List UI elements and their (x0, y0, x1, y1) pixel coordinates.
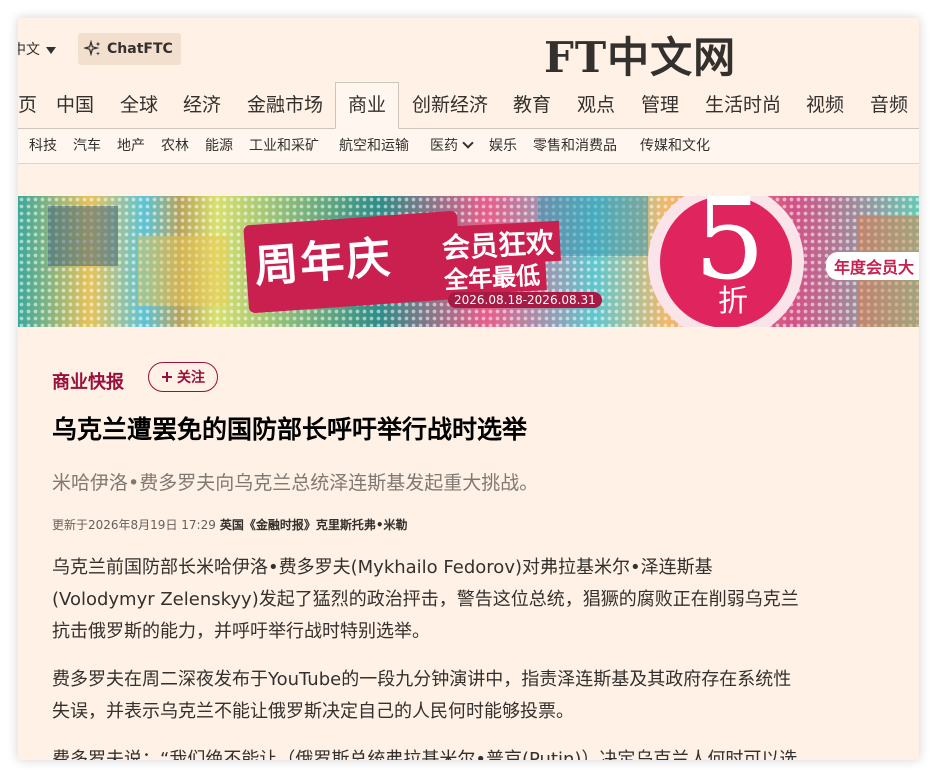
author-link[interactable]: 英国《金融时报》克里斯托弗•米勒 (220, 518, 408, 532)
discount-unit: 折 (718, 284, 748, 319)
subnav-pharma-label: 医药 (430, 138, 458, 154)
subnav-item-pharma[interactable]: 医药 (430, 129, 474, 163)
banner-dates: 2026.08.18-2026.08.31 (448, 292, 602, 308)
paragraph-line: 费多罗夫在周二深夜发布于YouTube的一段九分钟演讲中，指责泽连斯基及其政府存… (52, 669, 792, 690)
banner-pattern-block (138, 236, 228, 306)
nav-item-management[interactable]: 管理 (629, 82, 691, 128)
subnav-item-aviation[interactable]: 航空和运输 (339, 129, 409, 163)
nav-item-audio[interactable]: 音频 (858, 82, 919, 128)
paragraph-line: 乌克兰前国防部长米哈伊洛•费多罗夫(Mykhailo Fedorov)对弗拉基米… (52, 557, 713, 578)
caret-down-icon (46, 46, 56, 54)
nav-item-global[interactable]: 全球 (108, 82, 170, 128)
paragraph-line: 费多罗夫说：“我们绝不能让（俄罗斯总统弗拉基米尔•普京(Putin)）决定乌克兰… (52, 749, 798, 760)
subnav-item-entertainment[interactable]: 娱乐 (489, 129, 517, 163)
article-byline: 更新于2026年8月19日 17:29 英国《金融时报》克里斯托弗•米勒 (52, 516, 408, 533)
article-standfirst: 米哈伊洛•费多罗夫向乌克兰总统泽连斯基发起重大挑战。 (52, 472, 539, 494)
language-selector[interactable]: 中文 (18, 39, 56, 59)
main-nav: 页 中国 全球 经济 金融市场 商业 创新经济 教育 观点 管理 生活时尚 视频… (18, 82, 919, 129)
updated-time: 更新于2026年8月19日 17:29 (52, 518, 216, 532)
nav-item-video[interactable]: 视频 (794, 82, 856, 128)
banner-title: 周年庆 (252, 232, 394, 293)
site-logo[interactable]: FT中文网 (544, 24, 736, 85)
subnav-item-industry[interactable]: 工业和采矿 (249, 129, 319, 163)
subnav-item-auto[interactable]: 汽车 (73, 129, 101, 163)
article-kicker[interactable]: 商业快报 (52, 368, 124, 394)
subnav-item-retail[interactable]: 零售和消费品 (533, 129, 617, 163)
top-bar: 中文 ChatFTC FT中文网 (18, 18, 919, 82)
subnav-item-property[interactable]: 地产 (117, 129, 145, 163)
banner-side-text: 年度会员大 (826, 252, 919, 280)
subnav-item-energy[interactable]: 能源 (205, 129, 233, 163)
nav-item-lifestyle[interactable]: 生活时尚 (693, 82, 793, 128)
sub-nav: 科技 汽车 地产 农林 能源 工业和采矿 航空和运输 医药 娱乐 零售和消费品 … (18, 129, 919, 164)
paragraph-line: 抗击俄罗斯的能力，并呼吁举行战时特别选举。 (52, 621, 430, 642)
promo-banner[interactable]: 周年庆 会员狂欢 全年最低 2026.08.18-2026.08.31 5 折 … (18, 196, 919, 327)
nav-item-education[interactable]: 教育 (501, 82, 563, 128)
nav-item-china[interactable]: 中国 (44, 82, 106, 128)
subnav-item-agriculture[interactable]: 农林 (161, 129, 189, 163)
paragraph-line: (Volodymyr Zelenskyy)发起了猛烈的政治抨击，警告这位总统，猖… (52, 589, 799, 610)
nav-item-innovation[interactable]: 创新经济 (400, 82, 500, 128)
subnav-item-tech[interactable]: 科技 (29, 129, 57, 163)
plus-icon (162, 372, 172, 382)
chevron-down-icon (462, 137, 474, 149)
banner-pattern-block (48, 206, 118, 266)
nav-item-opinion[interactable]: 观点 (565, 82, 627, 128)
ft-page: 中文 ChatFTC FT中文网 页 中国 全球 经济 金融市场 商业 创新经济… (18, 18, 919, 760)
nav-item-markets[interactable]: 金融市场 (235, 82, 335, 128)
sparkle-icon (84, 40, 101, 57)
language-label: 中文 (18, 42, 40, 58)
article-paragraph: 费多罗夫在周二深夜发布于YouTube的一段九分钟演讲中，指责泽连斯基及其政府存… (52, 664, 882, 728)
nav-item-business[interactable]: 商业 (335, 82, 400, 129)
paragraph-line: 失误，并表示乌克兰不能让俄罗斯决定自己的人民何时能够投票。 (52, 701, 574, 722)
chatftc-label: ChatFTC (107, 41, 173, 57)
banner-line2: 全年最低 (437, 255, 547, 296)
nav-item-economy[interactable]: 经济 (171, 82, 233, 128)
chatftc-button[interactable]: ChatFTC (78, 33, 181, 65)
article-paragraph: 费多罗夫说：“我们绝不能让（俄罗斯总统弗拉基米尔•普京(Putin)）决定乌克兰… (52, 744, 882, 760)
follow-button[interactable]: 关注 (148, 362, 218, 392)
article-headline: 乌克兰遭罢免的国防部长呼吁举行战时选举 (52, 415, 528, 444)
follow-label: 关注 (177, 370, 205, 386)
subnav-item-media[interactable]: 传媒和文化 (640, 129, 710, 163)
article-paragraph: 乌克兰前国防部长米哈伊洛•费多罗夫(Mykhailo Fedorov)对弗拉基米… (52, 552, 882, 648)
